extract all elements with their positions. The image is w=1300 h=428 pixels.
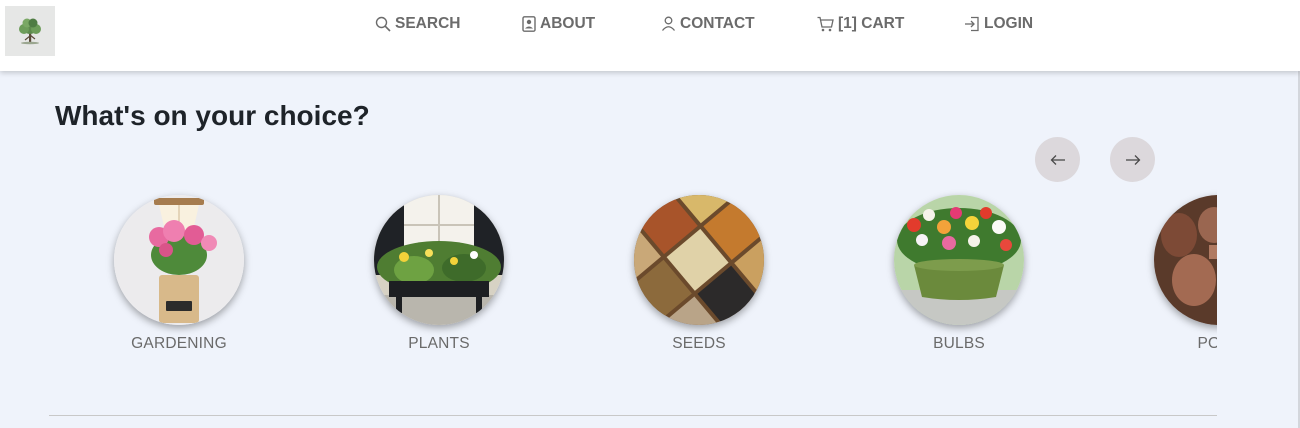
- section-divider: [49, 415, 1217, 416]
- top-navbar: SEARCH ABOUT CONTACT [1] CART LOGIN: [0, 0, 1300, 71]
- nav-about[interactable]: ABOUT: [522, 14, 595, 34]
- nav-cart-label: [1] CART: [838, 15, 905, 32]
- category-item-bulbs[interactable]: BULBS: [859, 185, 1059, 355]
- nav-search[interactable]: SEARCH: [375, 14, 460, 34]
- category-carousel: GARDENING PLANTS SEEDS BULBS PO: [49, 185, 1217, 365]
- carousel-next-button[interactable]: [1110, 137, 1155, 182]
- category-item-gardening[interactable]: GARDENING: [79, 185, 279, 355]
- tree-logo-icon: [19, 18, 41, 45]
- arrow-right-icon: [1125, 154, 1140, 165]
- category-image-bulbs: [894, 195, 1024, 325]
- category-label: GARDENING: [131, 335, 227, 352]
- nav-contact[interactable]: CONTACT: [661, 14, 755, 34]
- category-item-pots[interactable]: POTS: [1119, 185, 1217, 355]
- category-image-pots: [1154, 195, 1217, 325]
- nav-login-label: LOGIN: [984, 15, 1034, 32]
- login-icon: [965, 16, 979, 32]
- cart-icon: [817, 16, 834, 32]
- arrow-left-icon: [1050, 154, 1065, 165]
- category-label: BULBS: [933, 335, 985, 352]
- category-image-seeds: [634, 195, 764, 325]
- nav-contact-label: CONTACT: [680, 15, 755, 32]
- category-label: POTS: [1197, 335, 1217, 352]
- nav-login[interactable]: LOGIN: [964, 14, 1033, 34]
- category-image-plants: [374, 195, 504, 325]
- category-item-plants[interactable]: PLANTS: [339, 185, 539, 355]
- category-label: PLANTS: [408, 335, 470, 352]
- nav-search-label: SEARCH: [395, 15, 461, 32]
- carousel-prev-button[interactable]: [1035, 137, 1080, 182]
- user-icon: [661, 16, 676, 31]
- section-heading: What's on your choice?: [55, 100, 370, 131]
- category-image-gardening: [114, 195, 244, 325]
- site-logo[interactable]: [5, 6, 55, 56]
- search-icon: [375, 16, 391, 32]
- nav-cart[interactable]: [1] CART: [817, 14, 904, 34]
- contact-card-icon: [522, 16, 536, 32]
- nav-about-label: ABOUT: [540, 15, 596, 32]
- category-label: SEEDS: [672, 335, 726, 352]
- category-item-seeds[interactable]: SEEDS: [599, 185, 799, 355]
